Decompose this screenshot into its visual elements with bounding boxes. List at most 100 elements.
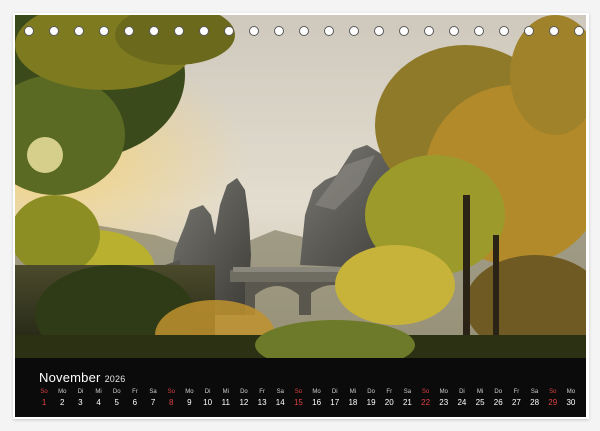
day-cell: So 1 [34,388,54,410]
day-number: 6 [132,398,138,407]
binding-ring [574,26,584,36]
binding-ring [549,26,559,36]
day-cell: Di 24 [452,388,472,410]
day-number: 18 [348,398,358,407]
day-cell: Mo 9 [179,388,199,410]
day-cell: Mo 2 [52,388,72,410]
day-cell: Sa 14 [270,388,290,410]
day-cell: So 29 [543,388,563,410]
day-cell: Fr 27 [506,388,526,410]
weekday-label: Sa [530,389,539,395]
weekday-label: Mo [312,389,321,395]
day-cell: Mo 16 [307,388,327,410]
weekday-label: Di [459,389,465,395]
day-cell: Di 3 [70,388,90,410]
binding-ring [374,26,384,36]
weekday-label: Mo [185,389,194,395]
weekday-label: Fr [513,389,520,395]
day-number: 22 [421,398,431,407]
weekday-label: So [549,389,557,395]
day-cell: Mi 11 [216,388,236,410]
binding-ring [499,26,509,36]
weekday-label: Mi [349,389,357,395]
month-title: November 2026 [39,370,125,385]
day-cell: Mi 4 [89,388,109,410]
day-number: 13 [257,398,267,407]
day-grid: So 1 Mo 2 Di 3 Mi 4 Do 5 Fr 6 Sa 7 So 8 Mo 9 Di 10 Mi 11 Do 12 F… [35,388,580,414]
day-number: 24 [457,398,467,407]
weekday-label: So [294,389,303,395]
binding-ring [174,26,184,36]
day-number: 2 [60,398,65,407]
day-number: 16 [312,398,322,407]
day-cell: Do 19 [361,388,381,410]
binding-ring [524,26,534,36]
year-label: 2026 [104,374,126,384]
day-cell: Do 12 [234,388,254,410]
day-number: 1 [41,398,47,407]
day-number: 8 [169,398,174,407]
binding-ring [274,26,284,36]
weekday-label: So [167,389,175,395]
day-cell: Fr 6 [125,388,145,410]
binding-ring [124,26,134,36]
day-number: 20 [384,398,394,407]
weekday-label: Sa [403,389,412,395]
day-cell: Di 17 [325,388,345,410]
day-cell: Fr 20 [379,388,399,410]
day-cell: Mo 23 [434,388,454,410]
day-cell: Mi 18 [343,388,363,410]
day-cell: Sa 28 [525,388,545,410]
day-number: 11 [221,398,230,407]
binding-ring [424,26,434,36]
weekday-label: Mo [58,389,67,395]
binding-ring [299,26,309,36]
weekday-label: Sa [149,389,157,395]
weekday-label: Fr [259,389,265,395]
day-number: 15 [293,398,303,407]
landscape-photo [15,15,586,358]
weekday-label: Di [204,389,211,395]
binding-ring [199,26,209,36]
weekday-label: Mi [95,389,102,395]
day-number: 25 [475,398,485,407]
day-number: 4 [96,398,101,407]
day-cell: Do 5 [107,388,127,410]
day-number: 14 [275,398,285,407]
binding-ring [399,26,409,36]
weekday-label: So [421,389,430,395]
day-number: 17 [330,398,340,407]
weekday-label: Do [112,389,121,395]
binding-ring [474,26,484,36]
day-cell: Di 10 [198,388,218,410]
day-number: 26 [493,398,503,407]
day-number: 7 [150,398,156,407]
weekday-label: Mo [439,389,448,395]
spiral-binding [24,24,584,38]
binding-ring [224,26,234,36]
weekday-label: Do [494,389,503,395]
day-cell: Mi 25 [470,388,490,410]
day-cell: So 15 [288,388,308,410]
day-cell: Sa 7 [143,388,163,410]
weekday-label: Di [77,389,84,395]
day-cell: Do 26 [488,388,508,410]
weekday-label: So [40,389,48,395]
binding-ring [249,26,259,36]
day-number: 5 [114,398,119,407]
day-number: 28 [530,398,540,407]
binding-ring [149,26,159,36]
day-cell: Sa 21 [397,388,417,410]
weekday-label: Mi [476,389,484,395]
day-number: 19 [366,398,376,407]
weekday-label: Di [331,389,338,395]
day-cell: Mo 30 [561,388,581,410]
photo-illustration [15,15,586,358]
binding-ring [74,26,84,36]
weekday-label: Mi [222,389,229,395]
binding-ring [24,26,34,36]
day-cell: So 8 [161,388,181,410]
weekday-label: Fr [386,389,393,395]
day-number: 9 [187,398,192,407]
weekday-label: Do [367,389,375,395]
